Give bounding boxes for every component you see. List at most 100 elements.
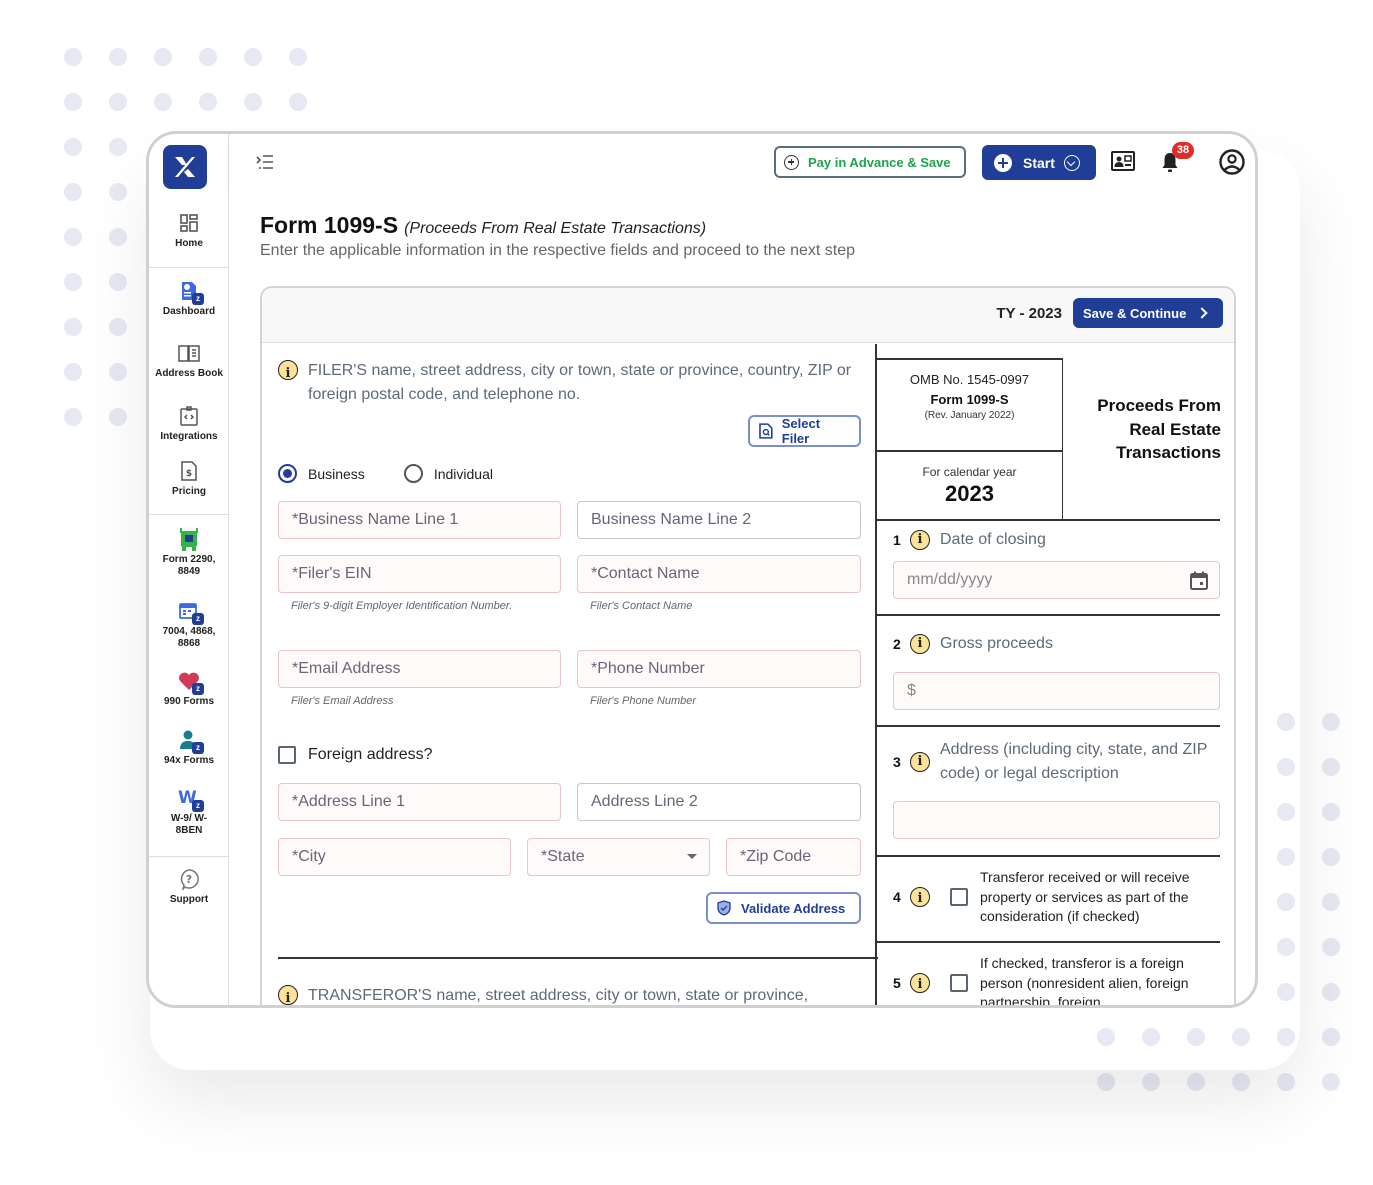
info-icon[interactable] <box>910 530 930 550</box>
person-icon: z <box>178 729 204 754</box>
box-divider <box>877 725 1220 727</box>
box-4-checkbox[interactable] <box>950 888 968 907</box>
home-grid-icon <box>178 212 200 234</box>
menu-toggle-icon[interactable] <box>256 154 274 170</box>
gross-proceeds-input[interactable]: $ <box>893 672 1220 710</box>
form-title: Form 1099-S <box>260 212 399 238</box>
filer-ein-input[interactable]: *Filer's EIN <box>278 555 561 593</box>
w-letter-icon: W z <box>178 787 204 812</box>
caret-down-icon <box>687 854 697 859</box>
sidebar-item-label: Form 2290, 8849 <box>162 554 216 577</box>
filer-heading-text: FILER'S name, street address, city or to… <box>308 362 852 403</box>
page-description: Enter the applicable information in the … <box>260 242 856 259</box>
decorative-dot <box>1322 803 1340 821</box>
calendar-icon[interactable] <box>1190 571 1208 590</box>
address-line-1-input[interactable]: *Address Line 1 <box>278 783 561 821</box>
notification-bell-icon[interactable]: 38 <box>1160 142 1194 178</box>
shield-check-icon <box>717 900 731 916</box>
sidebar-item-home[interactable]: Home <box>149 212 229 250</box>
sidebar-item-label: 990 Forms <box>163 696 215 707</box>
sidebar-item-label: Integrations <box>160 431 218 442</box>
contact-name-input[interactable]: *Contact Name <box>577 555 861 593</box>
info-icon[interactable] <box>278 985 298 1005</box>
property-address-input[interactable] <box>893 801 1220 839</box>
validate-address-button[interactable]: Validate Address <box>706 892 861 924</box>
id-card-icon[interactable] <box>1111 151 1135 176</box>
user-avatar-icon[interactable] <box>1219 149 1245 180</box>
info-icon[interactable] <box>910 973 930 995</box>
address-book-icon <box>178 342 200 364</box>
decorative-dot <box>109 363 127 381</box>
business-name-line-2-input[interactable]: Business Name Line 2 <box>577 501 861 539</box>
date-of-closing-input[interactable]: mm/dd/yyyy <box>893 561 1220 599</box>
sidebar-divider <box>149 267 229 268</box>
info-icon[interactable] <box>278 360 298 386</box>
decorative-dot <box>64 183 82 201</box>
placeholder: *Filer's EIN <box>292 565 372 582</box>
ein-hint: Filer's 9-digit Employer Identification … <box>291 600 513 612</box>
box-label-text: Date of closing <box>940 531 1046 548</box>
sidebar-item-dashboard[interactable]: z Dashboard <box>149 280 229 318</box>
sidebar-item-94x-forms[interactable]: z 94x Forms <box>149 729 229 767</box>
zip-code-input[interactable]: *Zip Code <box>726 838 861 876</box>
radio-business[interactable] <box>278 464 297 483</box>
phone-number-input[interactable]: *Phone Number <box>577 650 861 688</box>
filer-type-radio-group: Business Individual <box>278 464 493 483</box>
info-icon[interactable] <box>910 634 930 654</box>
decorative-dot <box>1322 938 1340 956</box>
box-2-label: 2 Gross proceeds <box>893 634 1053 654</box>
chevron-down-circle-icon <box>1063 154 1080 171</box>
decorative-dot <box>199 48 217 66</box>
main-content: Form 1099-S (Proceeds From Real Estate Tr… <box>230 192 1255 1005</box>
decorative-dot <box>1277 1073 1295 1091</box>
placeholder: *Business Name Line 1 <box>292 511 459 528</box>
decorative-dot <box>109 93 127 111</box>
box-divider <box>877 941 1220 943</box>
placeholder: *State <box>541 848 585 865</box>
state-select[interactable]: *State <box>527 838 710 876</box>
sidebar: Home z Dashboard Address Book Integratio… <box>149 134 229 1005</box>
sidebar-item-support[interactable]: ? Support <box>149 868 229 906</box>
email-address-input[interactable]: *Email Address <box>278 650 561 688</box>
start-button[interactable]: Start <box>982 145 1096 180</box>
decorative-dot <box>109 48 127 66</box>
decorative-dot <box>1187 1073 1205 1091</box>
top-bar: Pay in Advance & Save Start 38 <box>230 134 1255 192</box>
foreign-address-checkbox[interactable] <box>278 746 296 764</box>
select-filer-button[interactable]: Select Filer <box>748 415 861 447</box>
radio-individual[interactable] <box>403 464 423 483</box>
info-icon[interactable] <box>910 752 930 772</box>
app-logo[interactable] <box>163 145 207 189</box>
decorative-dot <box>64 138 82 156</box>
save-continue-button[interactable]: Save & Continue <box>1073 298 1223 328</box>
decorative-dot <box>1322 758 1340 776</box>
sidebar-item-form-2290[interactable]: Form 2290, 8849 <box>149 528 229 578</box>
box-divider <box>877 614 1220 616</box>
sidebar-item-pricing[interactable]: $ Pricing <box>149 460 229 498</box>
box-5-row: 5 If checked, transferor is a foreign pe… <box>893 954 1215 1005</box>
sidebar-item-extensions[interactable]: z 7004, 4868, 8868 <box>149 600 229 650</box>
sidebar-item-w9[interactable]: W z W-9/ W-8BEN <box>149 787 229 837</box>
decorative-dot <box>109 183 127 201</box>
box-5-checkbox[interactable] <box>950 974 968 993</box>
sidebar-item-address-book[interactable]: Address Book <box>149 342 229 380</box>
sidebar-item-990-forms[interactable]: z 990 Forms <box>149 670 229 708</box>
decorative-dot <box>109 408 127 426</box>
box-label-text: Gross proceeds <box>940 635 1053 652</box>
business-name-line-1-input[interactable]: *Business Name Line 1 <box>278 501 561 539</box>
omb-revision: (Rev. January 2022) <box>924 410 1015 421</box>
phone-hint: Filer's Phone Number <box>590 695 697 707</box>
decorative-dot <box>64 48 82 66</box>
pay-in-advance-button[interactable]: Pay in Advance & Save <box>774 146 966 178</box>
placeholder: *Zip Code <box>740 848 812 865</box>
svg-text:$: $ <box>186 469 192 479</box>
omb-box: OMB No. 1545-0997 Form 1099-S (Rev. Janu… <box>877 358 1063 520</box>
decorative-dot <box>64 273 82 291</box>
info-icon[interactable] <box>910 887 930 909</box>
sidebar-item-integrations[interactable]: Integrations <box>149 405 229 443</box>
city-input[interactable]: *City <box>278 838 511 876</box>
truck-icon <box>178 528 200 551</box>
sidebar-item-label: Address Book <box>155 368 223 379</box>
decorative-dot <box>1322 1028 1340 1046</box>
address-line-2-input[interactable]: Address Line 2 <box>577 783 861 821</box>
